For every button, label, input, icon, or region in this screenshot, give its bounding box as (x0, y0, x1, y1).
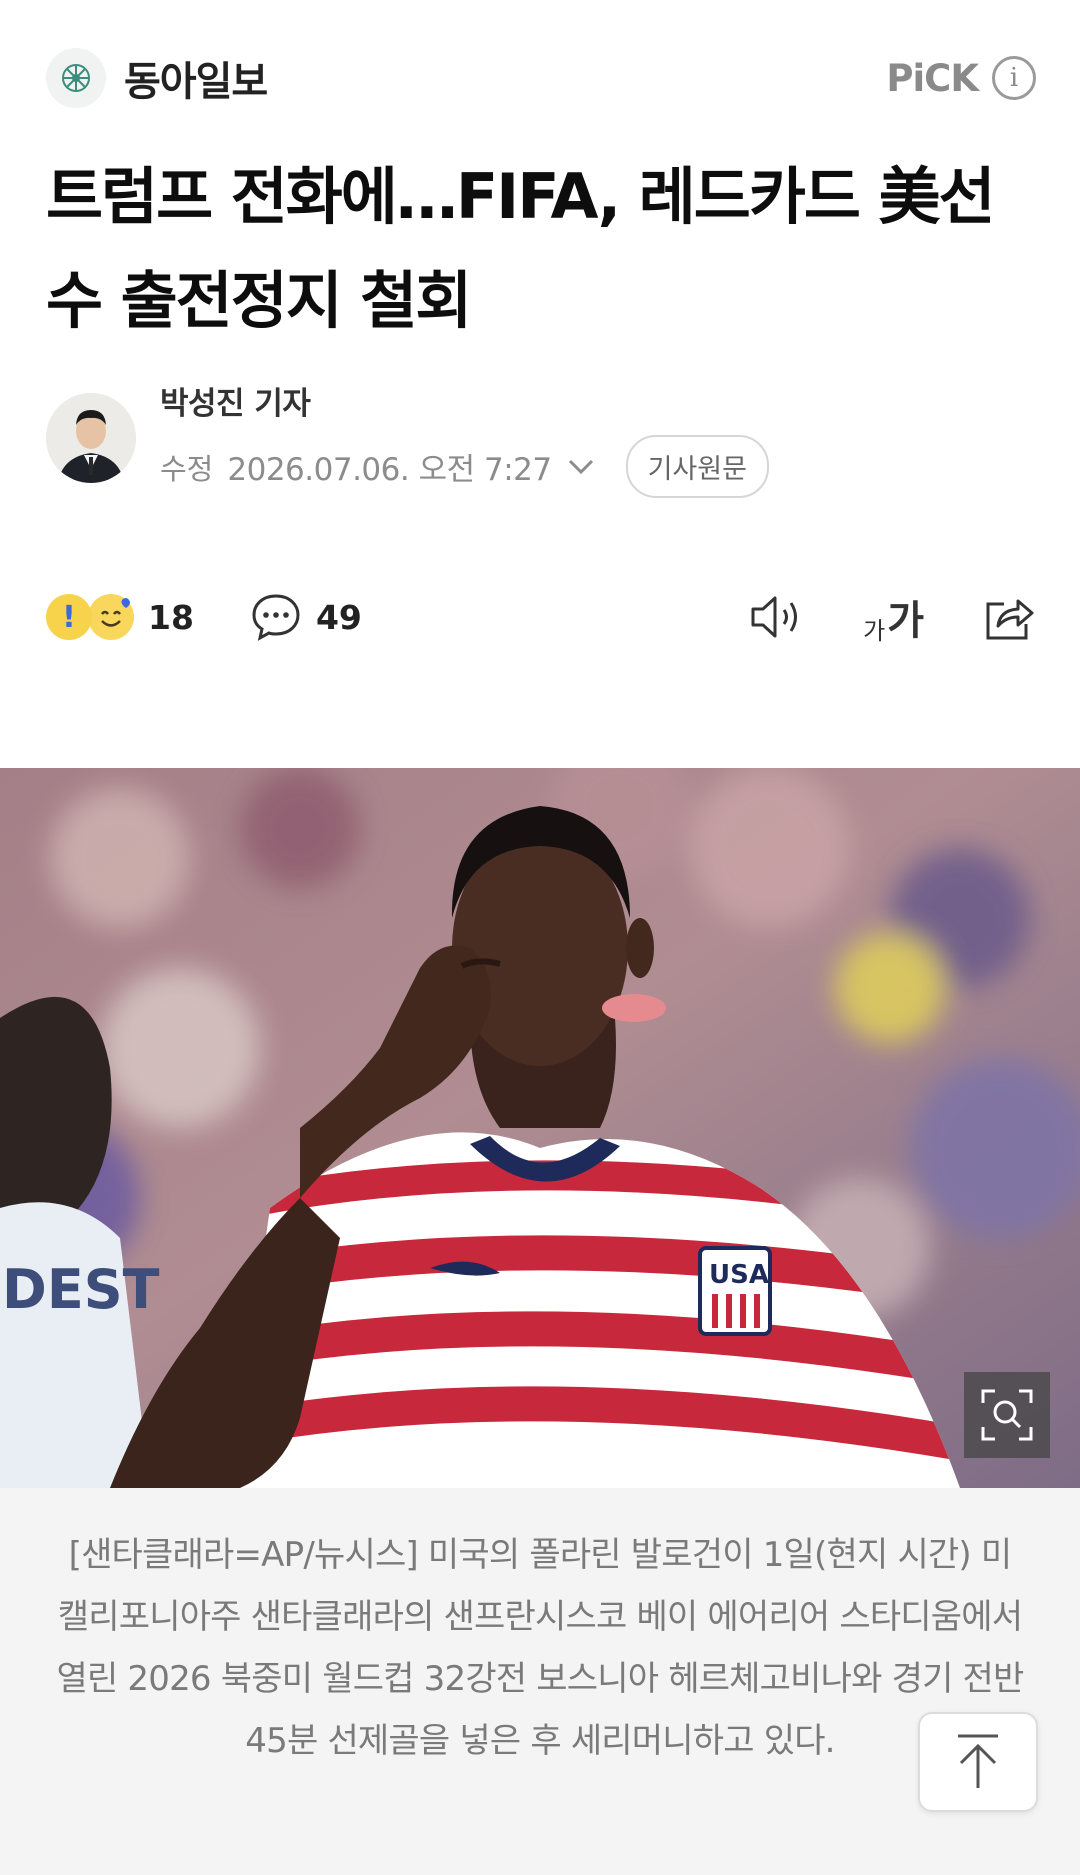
reaction-count: 18 (148, 597, 194, 637)
photo-caption: [샌타클래라=AP/뉴시스] 미국의 폴라린 발로건이 1일(현지 시간) 미 … (0, 1488, 1080, 1875)
tool-icons: 가가 (747, 588, 1036, 646)
byline-text: 박성진 기자 수정 2026.07.06. 오전 7:27 기사원문 (160, 378, 769, 498)
pick-area: PiCK i (886, 56, 1036, 100)
speaker-icon[interactable] (747, 592, 805, 642)
article-photo[interactable]: DEST USA (0, 768, 1080, 1488)
reaction-button[interactable]: ! 18 (46, 594, 194, 640)
byline: 박성진 기자 수정 2026.07.06. 오전 7:27 기사원문 (46, 386, 1036, 498)
reporter-name[interactable]: 박성진 기자 (160, 378, 769, 423)
action-bar: ! 18 49 가 가 (46, 585, 1036, 649)
reporter-avatar[interactable] (46, 393, 136, 483)
zoom-button[interactable] (964, 1372, 1050, 1458)
original-article-button[interactable]: 기사원문 (625, 435, 769, 498)
article-headline: 트럼프 전화에…FIFA, 레드카드 美선수 출전정지 철회 (46, 160, 996, 337)
date-row: 수정 2026.07.06. 오전 7:27 기사원문 (160, 435, 769, 498)
chevron-down-icon[interactable] (566, 452, 596, 482)
jersey-text: USA (709, 1260, 769, 1290)
info-icon[interactable]: i (992, 56, 1036, 100)
scroll-top-button[interactable] (918, 1712, 1038, 1812)
comment-count: 49 (315, 597, 362, 637)
press-info[interactable]: 동아일보 (46, 48, 268, 108)
caption-text: [샌타클래라=AP/뉴시스] 미국의 폴라린 발로건이 1일(현지 시간) 미 … (56, 1535, 1024, 1761)
font-size-icon[interactable]: 가가 (863, 588, 924, 646)
date-label: 수정 (160, 451, 214, 486)
press-logo-icon[interactable] (46, 48, 106, 108)
zoom-icon (981, 1389, 1033, 1441)
arrow-up-icon (958, 1734, 998, 1788)
surprise-emoji-icon: ! (46, 594, 92, 640)
pick-label: PiCK (886, 56, 979, 100)
top-bar: 동아일보 PiCK i (46, 48, 1036, 108)
comment-button[interactable]: 49 (250, 592, 362, 642)
press-name[interactable]: 동아일보 (124, 49, 268, 107)
back-name-text: DEST (2, 1258, 160, 1321)
date-value: 2026.07.06. 오전 7:27 (227, 452, 552, 488)
comment-icon (250, 592, 302, 642)
share-icon[interactable] (982, 592, 1036, 642)
happy-emoji-icon (88, 594, 134, 640)
